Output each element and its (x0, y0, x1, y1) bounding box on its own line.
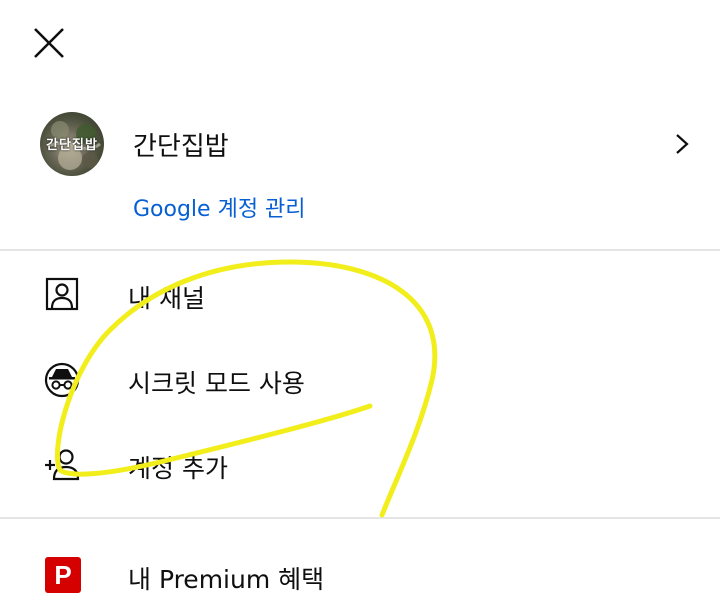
menu-item-my-channel[interactable]: 내 채널 (0, 260, 720, 330)
menu-item-label: 내 채널 (128, 284, 205, 313)
account-menu-page: 간단집밥 간단집밥 Google 계정 관리 내 채널 시크릿 모드 사용 계정… (0, 0, 720, 602)
avatar[interactable]: 간단집밥 (40, 112, 104, 176)
person-square-icon (45, 277, 79, 311)
divider (0, 517, 720, 519)
account-switcher-row[interactable]: 간단집밥 간단집밥 (40, 112, 700, 176)
menu-item-incognito[interactable]: 시크릿 모드 사용 (0, 345, 720, 415)
close-button[interactable] (26, 20, 72, 66)
menu-item-add-account[interactable]: 계정 추가 (0, 430, 720, 500)
avatar-text: 간단집밥 (46, 138, 98, 153)
add-person-icon (45, 449, 80, 481)
menu-item-label: 내 Premium 혜택 (128, 565, 325, 594)
menu-item-label: 계정 추가 (128, 454, 228, 483)
divider (0, 249, 720, 251)
premium-badge-icon: P (45, 557, 81, 593)
chevron-right-icon[interactable] (668, 130, 696, 158)
close-icon (34, 28, 64, 58)
premium-badge-letter: P (54, 560, 72, 590)
menu-item-premium-benefits[interactable]: P 내 Premium 혜택 (0, 540, 720, 602)
incognito-icon (44, 362, 80, 398)
menu-item-label: 시크릿 모드 사용 (128, 369, 305, 398)
account-name: 간단집밥 (133, 132, 229, 162)
manage-google-account-link[interactable]: Google 계정 관리 (133, 191, 306, 223)
